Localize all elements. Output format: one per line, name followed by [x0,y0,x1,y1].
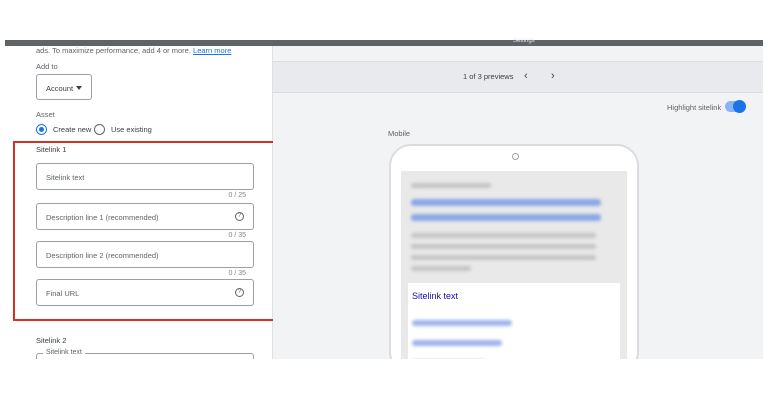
asset-label: Asset [36,110,55,119]
mobile-label: Mobile [388,129,411,138]
sitelink-2-heading: Sitelink 2 [36,336,67,345]
info-text: ads. To maximize performance, add 4 or m… [36,46,231,55]
add-to-label: Add to [36,62,58,71]
preview-pager: 1 of 3 previews ‹ › [273,61,763,93]
learn-more-link[interactable]: Learn more [193,46,231,55]
previous-preview-icon[interactable]: ‹ [524,70,528,82]
highlight-sitelink-label: Highlight sitelink [667,103,722,112]
radio-create-new-label: Create new [53,125,92,134]
sitelink-card: Sitelink text [408,283,620,359]
sitelink-2-text-field[interactable]: Sitelink text [36,349,254,359]
blurred-headline [411,214,601,221]
app-frame: Settings ads. To maximize performance, a… [0,0,768,403]
blurred-description [411,266,471,271]
preview-panel: 1 of 3 previews ‹ › Highlight sitelink M… [273,46,763,359]
blurred-description [411,244,596,249]
preview-counter: 1 of 3 previews [463,72,514,81]
sitelink-2-text-label: Sitelink text [43,349,85,356]
blurred-description [411,255,596,260]
blurred-url [411,183,491,188]
blurred-headline [411,199,601,206]
camera-icon [512,153,519,160]
info-text-body: ads. To maximize performance, add 4 or m… [36,46,191,55]
account-select-value: Account [46,84,74,93]
highlight-box [13,141,282,321]
blurred-description [411,233,596,238]
radio-use-existing-label: Use existing [111,125,152,134]
radio-create-new[interactable] [36,124,47,135]
account-select[interactable]: Account [36,74,92,100]
window-title: Settings [513,38,535,44]
ad-preview-screen: Sitelink text [401,171,627,359]
blurred-sitelink [412,340,502,346]
blurred-sitelink [412,320,512,326]
sitelink-preview-text: Sitelink text [412,291,459,301]
dropdown-caret-icon [76,86,82,90]
next-preview-icon[interactable]: › [551,70,555,82]
mobile-preview: Sitelink text [389,144,639,359]
highlight-sitelink-toggle[interactable] [725,100,746,113]
radio-use-existing[interactable] [94,124,105,135]
